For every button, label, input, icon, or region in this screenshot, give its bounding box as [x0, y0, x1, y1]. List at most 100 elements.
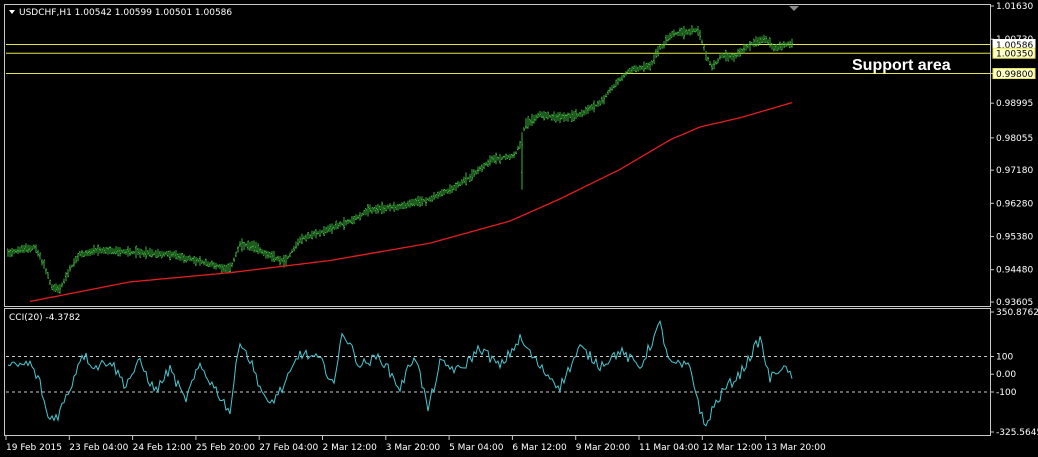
ohlc-bar — [49, 279, 51, 285]
ohlc-bar — [199, 255, 201, 266]
ohlc-bar — [533, 115, 535, 124]
ohlc-bar — [299, 236, 301, 243]
ohlc-bar — [677, 31, 679, 37]
ohlc-bar — [387, 204, 389, 210]
ohlc-bar — [573, 111, 575, 122]
ohlc-bar — [147, 250, 149, 256]
ohlc-bar — [749, 41, 751, 52]
triangle-down-icon[interactable] — [9, 10, 15, 14]
ohlc-bar — [93, 244, 95, 255]
ohlc-bar — [245, 243, 247, 247]
ohlc-bar — [311, 230, 313, 240]
ohlc-bar — [203, 260, 205, 266]
ohlc-bar — [451, 185, 453, 193]
ohlc-bar — [23, 244, 25, 254]
ohlc-bar — [713, 59, 715, 70]
ohlc-bar — [317, 231, 319, 235]
ohlc-bar — [579, 112, 581, 118]
ohlc-bar — [409, 199, 411, 208]
level-price-tags: 1.005861.003500.99800 — [992, 39, 1036, 80]
ohlc-bar — [521, 132, 523, 190]
ohlc-bar — [399, 203, 401, 210]
ohlc-bar — [183, 254, 185, 264]
ohlc-bar — [457, 181, 459, 188]
ohlc-bar — [395, 204, 397, 211]
ohlc-bar — [605, 93, 607, 98]
ohlc-bar — [357, 215, 359, 219]
ohlc-bar — [557, 112, 559, 121]
ohlc-bar — [385, 205, 387, 212]
cci-axis: 350.8762 100 0.00 -100 -325.5645 — [990, 308, 1038, 438]
ohlc-bar — [493, 155, 495, 163]
ohlc-bar — [767, 39, 769, 44]
ohlc-bar — [765, 36, 767, 43]
price-tick-label: 0.97180 — [996, 166, 1033, 176]
ohlc-bar — [463, 176, 465, 184]
ohlc-bar — [17, 246, 19, 255]
ohlc-bar — [13, 249, 15, 255]
ohlc-bar — [697, 25, 699, 36]
ohlc-bar — [281, 258, 283, 263]
ohlc-bar — [275, 257, 277, 261]
ohlc-bar — [459, 181, 461, 187]
chart-area[interactable]: USDCHF,H1 1.00542 1.00599 1.00501 1.0058… — [0, 0, 1038, 457]
ohlc-bar — [773, 45, 775, 52]
ohlc-bar — [477, 166, 479, 175]
ohlc-bar — [67, 269, 69, 278]
ohlc-bar — [701, 39, 703, 44]
ohlc-bar — [323, 226, 325, 236]
ohlc-bar — [631, 66, 633, 74]
ohlc-bar — [157, 248, 159, 258]
ohlc-bar — [209, 262, 211, 267]
ohlc-bar — [159, 250, 161, 257]
time-tick-label: 9 Mar 20:00 — [576, 443, 631, 453]
ohlc-bar — [649, 61, 651, 71]
ohlc-bar — [175, 250, 177, 260]
ohlc-bar — [57, 284, 59, 293]
ohlc-bar — [679, 27, 681, 37]
ohlc-bar — [329, 223, 331, 232]
price-tick-label: 0.93605 — [996, 298, 1033, 308]
ohlc-bar — [205, 258, 207, 266]
ohlc-bar — [145, 246, 147, 260]
ohlc-bar — [509, 153, 511, 160]
ohlc-bar — [53, 284, 55, 292]
ohlc-bar — [155, 250, 157, 259]
ohlc-bar — [405, 202, 407, 209]
ohlc-bar — [273, 250, 275, 263]
ohlc-bar — [27, 244, 29, 254]
ohlc-bar — [103, 247, 105, 254]
time-tick-label: 2 Mar 12:00 — [323, 443, 378, 453]
ohlc-bar — [627, 69, 629, 74]
ohlc-bar — [731, 53, 733, 61]
ohlc-bar — [695, 28, 697, 33]
ohlc-bar — [233, 257, 235, 263]
ohlc-bar — [101, 248, 103, 254]
ohlc-bar — [753, 38, 755, 48]
ohlc-bar — [425, 197, 427, 207]
ohlc-bar — [561, 113, 563, 120]
support-area-label[interactable]: Support area — [852, 57, 951, 74]
ohlc-bar — [669, 32, 671, 40]
ohlc-bar — [141, 249, 143, 256]
horizontal-levels[interactable] — [6, 44, 990, 74]
ohlc-bar — [583, 109, 585, 116]
ohlc-bar — [29, 245, 31, 253]
ohlc-bar — [705, 50, 707, 61]
ohlc-bar — [169, 250, 171, 261]
ohlc-bar — [745, 44, 747, 51]
ohlc-bar — [603, 95, 605, 105]
ohlc-bar — [99, 247, 101, 254]
ohlc-bar — [381, 201, 383, 215]
ohlc-bar — [369, 204, 371, 213]
ohlc-bar — [735, 53, 737, 59]
ohlc-bar — [293, 245, 295, 252]
ohlc-bar — [407, 200, 409, 208]
ohlc-bar — [193, 256, 195, 264]
ohlc-bar — [217, 264, 219, 268]
shift-marker-triangle-down-icon[interactable] — [789, 6, 799, 11]
ohlc-bar — [715, 60, 717, 65]
ohlc-bar — [363, 210, 365, 215]
ohlc-bar — [537, 112, 539, 119]
ohlc-bar — [597, 100, 599, 107]
